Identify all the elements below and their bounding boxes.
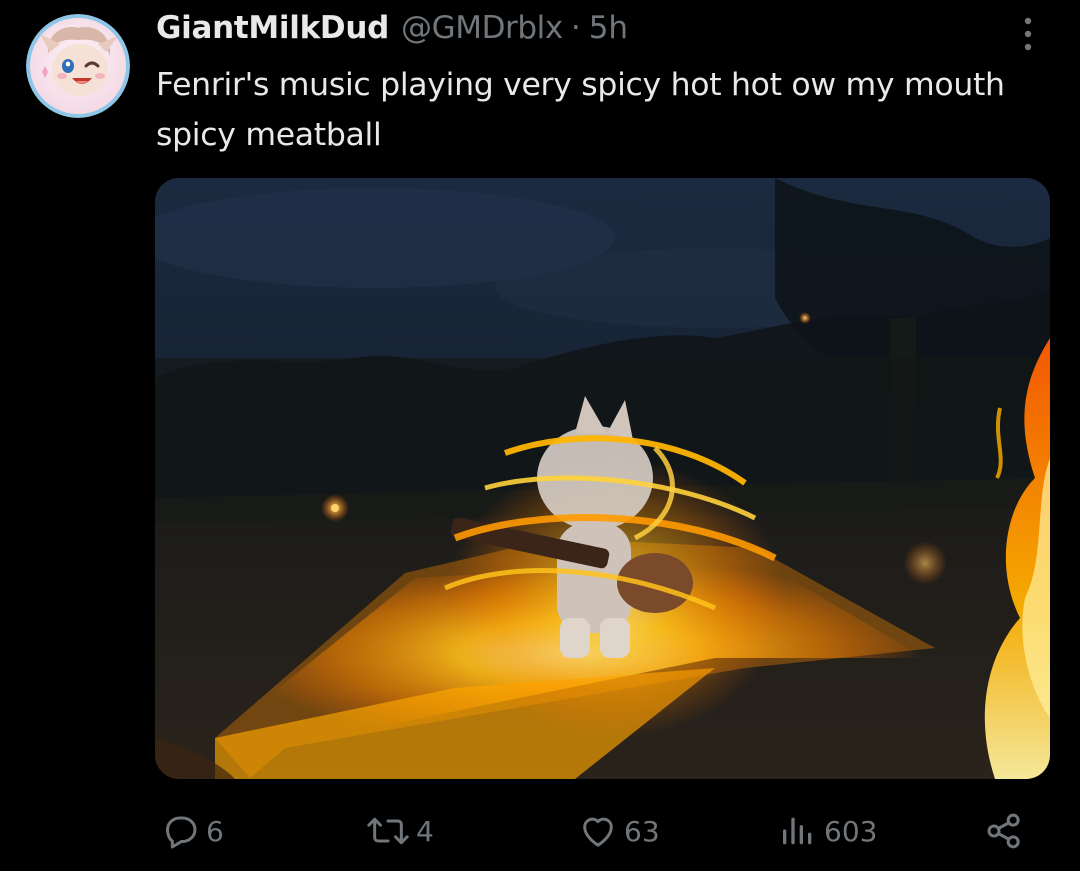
retweet-icon — [366, 811, 410, 851]
retweet-button[interactable]: 4 — [366, 806, 434, 856]
share-button[interactable] — [984, 806, 1024, 856]
game-screenshot-image — [155, 178, 1050, 779]
header-separator: · — [570, 10, 581, 46]
more-options-button[interactable] — [1014, 14, 1042, 54]
tweet-card[interactable]: GiantMilkDud @GMDrblx · 5h Fenrir's musi… — [0, 0, 1080, 871]
views-icon — [778, 811, 818, 851]
tweet-media-image[interactable] — [155, 178, 1050, 779]
author-display-name[interactable]: GiantMilkDud — [156, 10, 389, 46]
like-button[interactable]: 63 — [578, 806, 660, 856]
share-icon — [984, 811, 1024, 851]
tweet-action-bar: 6 4 63 603 — [0, 806, 1080, 856]
timestamp[interactable]: 5h — [589, 10, 628, 46]
avatar[interactable] — [26, 14, 130, 118]
more-vertical-icon — [1024, 17, 1032, 51]
reply-count: 6 — [206, 814, 224, 848]
reply-button[interactable]: 6 — [160, 806, 224, 856]
retweet-count: 4 — [416, 814, 434, 848]
tweet-header: GiantMilkDud @GMDrblx · 5h — [156, 10, 628, 54]
avatar-image — [26, 14, 130, 118]
views-count: 603 — [824, 814, 878, 848]
author-handle[interactable]: @GMDrblx — [401, 10, 563, 46]
reply-icon — [160, 811, 200, 851]
tweet-text: Fenrir's music playing very spicy hot ho… — [156, 67, 1005, 153]
heart-icon — [578, 811, 618, 851]
like-count: 63 — [624, 814, 660, 848]
views-button[interactable]: 603 — [778, 806, 877, 856]
